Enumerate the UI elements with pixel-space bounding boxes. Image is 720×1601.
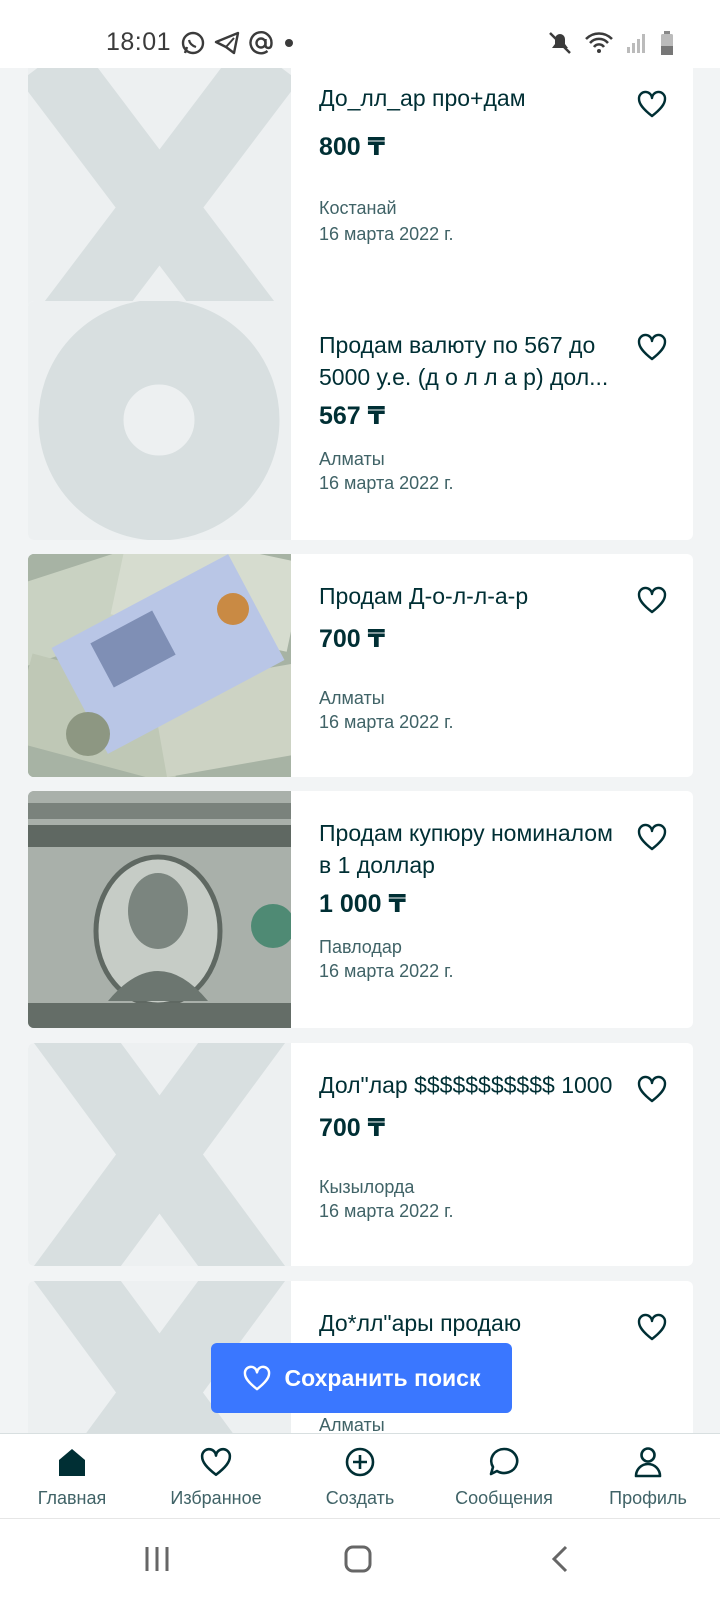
signal-icon xyxy=(627,34,645,53)
listing-photo-banknotes[interactable] xyxy=(28,554,291,777)
home-button[interactable] xyxy=(328,1539,388,1579)
plus-circle-icon xyxy=(345,1447,375,1477)
nav-profile[interactable]: Профиль xyxy=(576,1442,720,1509)
status-right-icons xyxy=(548,30,674,56)
listing-city: Алматы xyxy=(319,449,385,469)
listing-title[interactable]: Продам Д-о-л-л-а-р xyxy=(319,580,629,612)
listing-card[interactable]: Продам Д-о-л-л-а-р 700 ₸ Алматы 16 марта… xyxy=(28,554,693,777)
nav-home[interactable]: Главная xyxy=(0,1442,144,1509)
at-icon xyxy=(249,31,273,55)
listing-price: 1 000 ₸ xyxy=(319,890,406,918)
listing-city: Павлодар xyxy=(319,937,402,957)
save-search-label: Сохранить поиск xyxy=(284,1364,481,1391)
back-button[interactable] xyxy=(530,1539,590,1579)
listing-city: Алматы xyxy=(319,688,385,708)
nav-favorites-label: Избранное xyxy=(170,1488,262,1508)
listing-price: 800 ₸ xyxy=(319,133,386,161)
home-icon xyxy=(59,1449,85,1476)
wifi-icon xyxy=(585,32,613,53)
listing-title[interactable]: Дол"лар $$$$$$$$$$$ 1000 xyxy=(319,1069,629,1101)
listing-price: 567 ₸ xyxy=(319,402,386,430)
status-left-icons xyxy=(180,30,296,56)
whatsapp-icon xyxy=(181,31,205,55)
nav-favorites[interactable]: Избранное xyxy=(144,1442,288,1509)
favorite-heart-icon[interactable] xyxy=(637,90,667,118)
favorite-heart-icon[interactable] xyxy=(637,823,667,851)
dot-icon xyxy=(285,39,293,47)
listing-thumbnail-placeholder[interactable] xyxy=(28,301,291,540)
listing-title[interactable]: Продам купюру номиналом в 1 доллар xyxy=(319,817,629,881)
battery-icon xyxy=(661,31,673,55)
status-time: 18:01 xyxy=(106,28,172,56)
profile-icon xyxy=(634,1447,662,1478)
system-navigation-bar xyxy=(0,1518,720,1601)
status-bar: 18:01 xyxy=(0,0,720,68)
heart-icon xyxy=(243,1365,270,1391)
nav-create-label: Создать xyxy=(325,1488,395,1508)
listing-photo-one-dollar[interactable] xyxy=(28,791,291,1028)
nav-messages[interactable]: Сообщения xyxy=(432,1442,576,1509)
listing-city: Костанай xyxy=(319,198,397,218)
listing-date: 16 марта 2022 г. xyxy=(319,712,454,732)
heart-icon xyxy=(200,1447,232,1477)
listing-date: 16 марта 2022 г. xyxy=(319,473,454,493)
save-search-button[interactable]: Сохранить поиск xyxy=(211,1343,512,1413)
mute-icon xyxy=(549,32,571,54)
listing-card[interactable]: Продам валюту по 567 до 5000 у.е. (д о л… xyxy=(28,301,693,540)
favorite-heart-icon[interactable] xyxy=(637,333,667,361)
listing-date: 16 марта 2022 г. xyxy=(319,1201,454,1221)
favorite-heart-icon[interactable] xyxy=(637,586,667,614)
recent-apps-icon xyxy=(145,1547,169,1571)
listing-title[interactable]: Продам валюту по 567 до 5000 у.е. (д о л… xyxy=(319,329,629,393)
listing-price: 700 ₸ xyxy=(319,1114,386,1142)
telegram-icon xyxy=(214,31,240,55)
listing-title[interactable]: До*лл"ары продаю xyxy=(319,1307,629,1339)
listing-date: 16 марта 2022 г. xyxy=(319,961,454,981)
home-square-icon xyxy=(344,1545,372,1573)
favorite-heart-icon[interactable] xyxy=(637,1313,667,1341)
listing-thumbnail-placeholder[interactable] xyxy=(28,1043,291,1266)
listing-title[interactable]: До_лл_ар про+дам xyxy=(319,82,629,114)
listing-date: 16 марта 2022 г. xyxy=(319,224,454,244)
listing-card[interactable]: Продам купюру номиналом в 1 доллар 1 000… xyxy=(28,791,693,1028)
listing-city: Кызылорда xyxy=(319,1177,415,1197)
bottom-navigation: Главная Избранное Создать Сообщения Проф… xyxy=(0,1433,720,1518)
nav-home-label: Главная xyxy=(37,1488,107,1508)
nav-messages-label: Сообщения xyxy=(455,1488,553,1508)
back-chevron-icon xyxy=(551,1545,568,1573)
listing-card[interactable]: Дол"лар $$$$$$$$$$$ 1000 700 ₸ Кызылорда… xyxy=(28,1043,693,1266)
recent-apps-button[interactable] xyxy=(127,1539,187,1579)
listing-price: 700 ₸ xyxy=(319,625,386,653)
favorite-heart-icon[interactable] xyxy=(637,1075,667,1103)
chat-icon xyxy=(489,1447,519,1476)
nav-profile-label: Профиль xyxy=(609,1488,687,1508)
nav-create[interactable]: Создать xyxy=(288,1442,432,1509)
